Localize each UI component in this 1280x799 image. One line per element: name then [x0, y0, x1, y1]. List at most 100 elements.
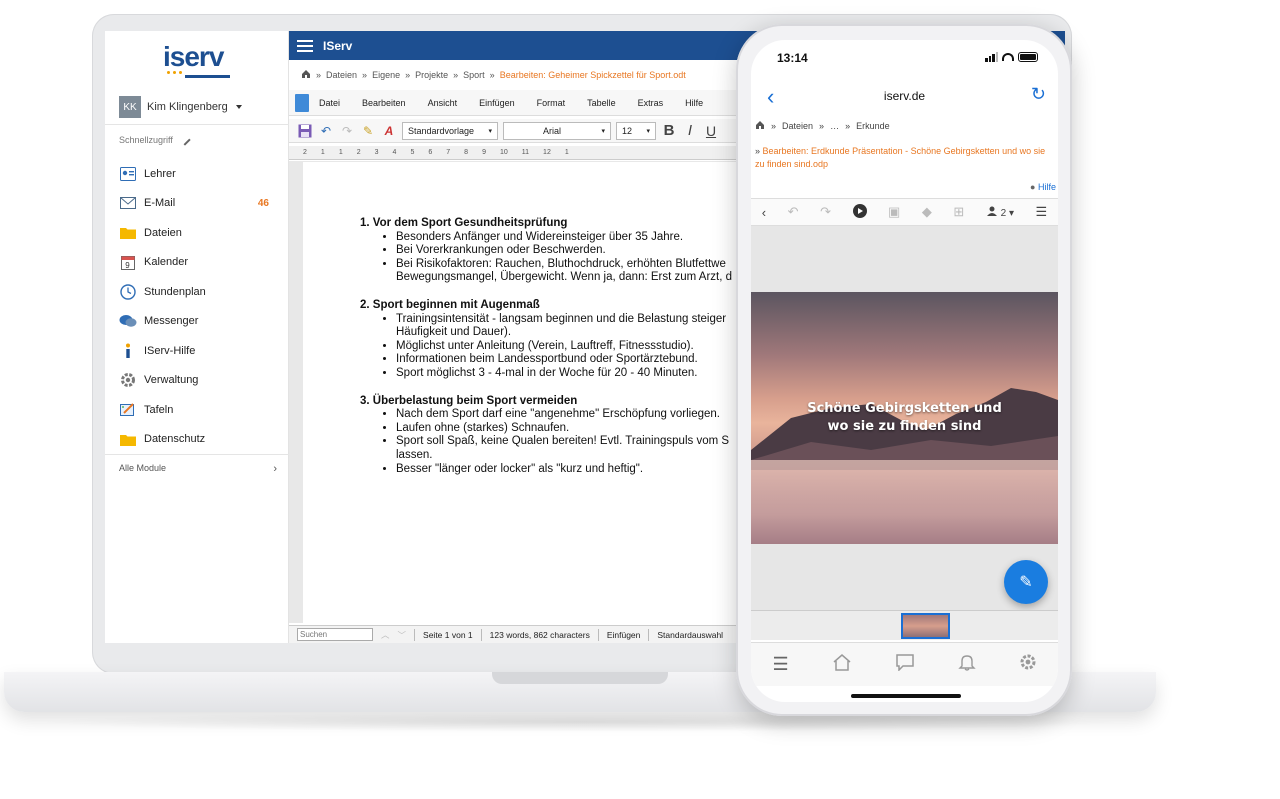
sidebar-item-stundenplan[interactable]: Stundenplan	[119, 277, 277, 307]
italic-icon[interactable]: I	[682, 122, 698, 139]
user-menu[interactable]: KK Kim Klingenberg	[119, 96, 242, 118]
search-input[interactable]	[297, 628, 373, 641]
home-icon[interactable]	[755, 120, 765, 132]
gear-icon[interactable]	[1019, 653, 1037, 676]
bell-icon[interactable]	[957, 653, 976, 676]
sidebar-item-iserv-hilfe[interactable]: IServ-Hilfe	[119, 336, 277, 366]
menu-format[interactable]: Format	[537, 98, 566, 108]
iserv-logo[interactable]: iserv	[163, 41, 233, 78]
home-icon[interactable]	[301, 69, 311, 81]
bold-icon[interactable]: B	[661, 122, 677, 139]
browser-header: ‹ iserv.de ↻	[751, 76, 1058, 116]
paragraph-style-select[interactable]: Standardvorlage ▾	[402, 121, 498, 140]
font-size-select[interactable]: 12 ▾	[616, 121, 656, 140]
menu-icon[interactable]	[297, 37, 313, 55]
sidebar-item-dateien[interactable]: Dateien	[119, 218, 277, 248]
menu-tabelle[interactable]: Tabelle	[587, 98, 616, 108]
breadcrumb-item[interactable]: Sport	[463, 70, 485, 80]
reload-icon[interactable]: ↻	[1031, 84, 1046, 105]
menu-ansicht[interactable]: Ansicht	[428, 98, 458, 108]
users-icon[interactable]: 2 ▾	[986, 206, 1014, 219]
breadcrumb-item[interactable]: Dateien	[326, 70, 357, 80]
menu-extras[interactable]: Extras	[638, 98, 664, 108]
domain-label: iserv.de	[883, 89, 926, 103]
bullet-item: Besser "länger oder locker" als "kurz un…	[396, 463, 743, 477]
battery-icon	[1018, 52, 1038, 62]
file-title: » Bearbeiten: Erdkunde Präsentation - Sc…	[755, 146, 1046, 169]
document-page[interactable]: 1. Vor dem Sport Gesundheitsprüfung Beson…	[303, 162, 743, 623]
ruler-tick: 5	[410, 149, 415, 156]
slide-thumbnails	[751, 610, 1058, 640]
menu-datei[interactable]: Datei	[319, 98, 340, 108]
section-heading: 2. Sport beginnen mit Augenmaß	[360, 298, 540, 311]
sidebar-item-datenschutz[interactable]: Datenschutz	[119, 425, 277, 455]
divider	[105, 124, 289, 125]
breadcrumb-item[interactable]: Projekte	[415, 70, 448, 80]
sidebar-item-tafeln[interactable]: Tafeln	[119, 395, 277, 425]
document-body[interactable]: 1. Vor dem Sport Gesundheitsprüfung Beson…	[360, 217, 743, 476]
slide-preview[interactable]: Schöne Gebirgsketten und wo sie zu finde…	[751, 292, 1058, 544]
selection-mode[interactable]: Standardauswahl	[657, 630, 723, 640]
help-link[interactable]: ● Hilfe	[1030, 182, 1056, 192]
shapes-icon[interactable]: ◆	[922, 204, 932, 220]
logo-dots	[167, 71, 182, 74]
sidebar-item-verwaltung[interactable]: Verwaltung	[119, 366, 277, 396]
all-modules-link[interactable]: Alle Module ›	[119, 463, 277, 475]
folder-icon	[119, 431, 137, 447]
breadcrumb-item[interactable]: …	[830, 121, 839, 131]
clone-format-icon[interactable]: ✎	[360, 123, 376, 139]
sidebar-item-kalender[interactable]: 9 Kalender	[119, 248, 277, 278]
ruler-tick: 12	[543, 149, 551, 156]
board-icon	[119, 402, 137, 418]
chat-icon	[119, 313, 137, 329]
menu-icon[interactable]: ☰	[772, 654, 788, 675]
slide-thumbnail[interactable]	[901, 613, 950, 639]
bullet-item: Möglichst unter Anleitung (Verein, Lauft…	[396, 340, 743, 354]
play-icon[interactable]	[852, 203, 867, 221]
breadcrumb-item[interactable]: Dateien	[782, 121, 813, 131]
text-box-icon[interactable]: ▣	[888, 204, 900, 220]
save-icon[interactable]	[297, 123, 313, 139]
redo-icon[interactable]: ↷	[820, 204, 831, 220]
search-up-icon[interactable]: ︿	[381, 629, 390, 641]
sidebar-item-messenger[interactable]: Messenger	[119, 307, 277, 337]
status-icons	[985, 52, 1038, 62]
menu-hilfe[interactable]: Hilfe	[685, 98, 703, 108]
chat-icon[interactable]	[895, 653, 915, 676]
font-select[interactable]: Arial ▾	[503, 121, 611, 140]
user-name: Kim Klingenberg	[147, 101, 228, 113]
breadcrumb-item[interactable]: Eigene	[372, 70, 400, 80]
chevron-down-icon	[235, 105, 242, 109]
bullet-item: Bei Vorerkrankungen oder Beschwerden.	[396, 244, 743, 258]
pencil-icon[interactable]	[179, 134, 191, 146]
sidebar-item-label: Stundenplan	[144, 285, 206, 298]
edit-button[interactable]: ✎	[1004, 560, 1048, 604]
bullet-item: Bei Risikofaktoren: Rauchen, Bluthochdru…	[396, 258, 743, 272]
chevron-down-icon: ▾	[488, 127, 492, 135]
bullet-list: Trainingsintensität - langsam beginnen u…	[360, 313, 743, 381]
help-label: Hilfe	[1037, 182, 1056, 192]
breadcrumb-item[interactable]: Erkunde	[856, 121, 890, 131]
back-icon[interactable]: ‹	[767, 84, 774, 110]
add-comment-icon[interactable]: ⊞	[953, 204, 964, 220]
wifi-icon	[1002, 53, 1014, 61]
redo-icon[interactable]: ↷	[339, 123, 355, 139]
sidebar-item-lehrer[interactable]: Lehrer	[119, 159, 277, 189]
menu-bearbeiten[interactable]: Bearbeiten	[362, 98, 406, 108]
sidebar-item-label: Dateien	[144, 226, 182, 239]
close-editor-icon[interactable]: ‹	[762, 205, 766, 220]
help-icon	[119, 343, 137, 359]
clock-icon	[119, 284, 137, 300]
mail-icon	[119, 195, 137, 211]
clear-format-icon[interactable]: A	[381, 123, 397, 139]
search-down-icon[interactable]: ﹀	[398, 629, 407, 641]
menu-einfuegen[interactable]: Einfügen	[479, 98, 515, 108]
insert-mode[interactable]: Einfügen	[607, 630, 641, 640]
undo-icon[interactable]: ↶	[318, 123, 334, 139]
menu-icon[interactable]: ☰	[1036, 204, 1048, 220]
home-icon[interactable]	[832, 653, 852, 676]
sidebar-item-email[interactable]: E-Mail 46	[119, 189, 277, 219]
pencil-icon: ✎	[1019, 574, 1033, 591]
underline-icon[interactable]: U	[703, 123, 719, 139]
undo-icon[interactable]: ↶	[788, 204, 799, 220]
